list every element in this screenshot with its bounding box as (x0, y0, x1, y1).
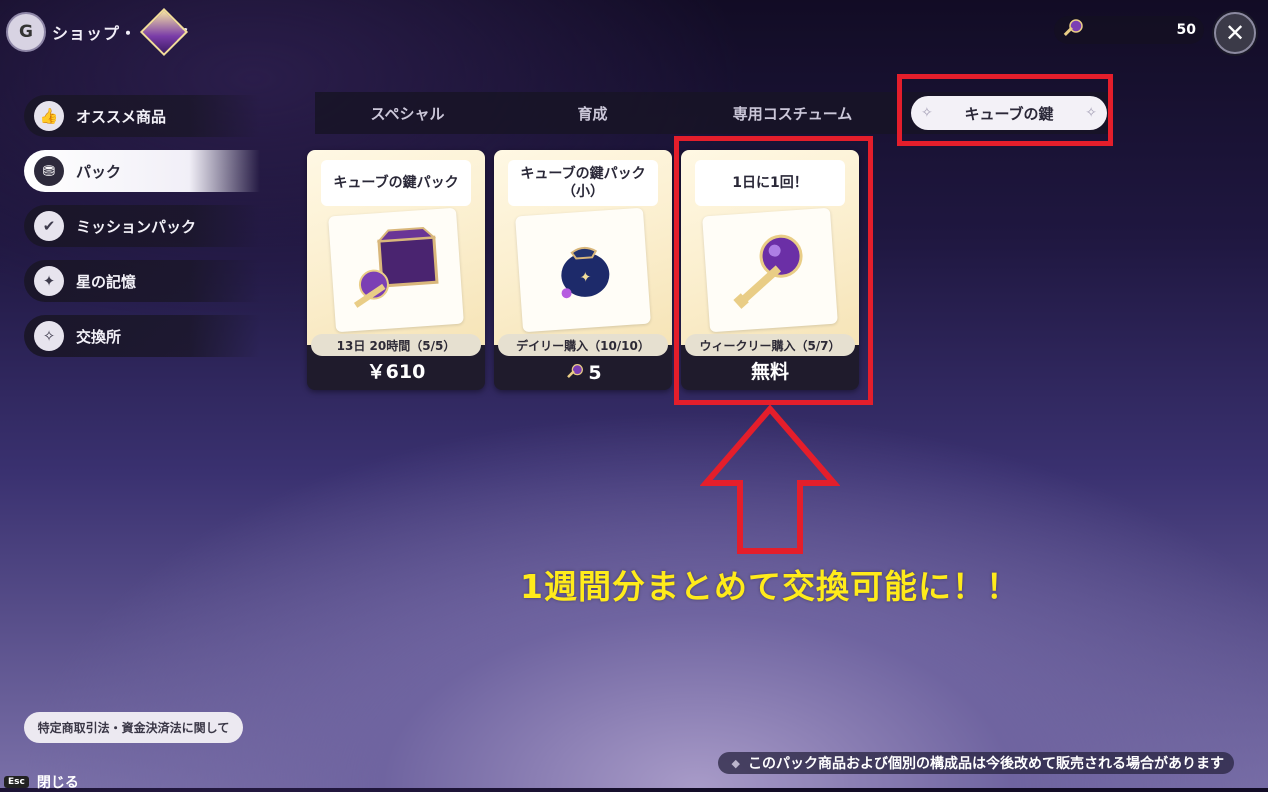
tab-costume[interactable]: 専用コスチューム (700, 103, 885, 124)
sidebar-item[interactable]: 👍 オススメ商品 (24, 95, 260, 137)
page-title: ショップ・ (52, 24, 138, 43)
thumbs-up-icon: 👍 (34, 101, 64, 131)
sidebar-item-label: 交換所 (76, 327, 122, 346)
sidebar-item-label: パック (76, 162, 122, 181)
price: 5 (494, 362, 672, 384)
sidebar-item-label: 星の記憶 (76, 272, 137, 291)
brand: G ショップ・ ク (6, 7, 190, 57)
up-arrow-icon (700, 405, 840, 554)
product-card[interactable]: キューブの鍵パック （小） ✦ デイリー購入（10/10） 5 (494, 150, 672, 390)
exchange-icon: ✧ (34, 321, 64, 351)
close-label: 閉じる (36, 775, 79, 791)
close-button[interactable]: ✕ (1214, 12, 1256, 54)
gem-icon (139, 7, 189, 57)
purchase-limit: デイリー購入（10/10） (498, 334, 668, 356)
cube-key-icon (567, 364, 584, 378)
sidebar-item-label: ミッションパック (76, 217, 197, 236)
treasure-chest-icon (328, 207, 464, 333)
purchase-limit: 13日 20時間（5/5） (311, 334, 481, 356)
close-hint[interactable]: Esc 閉じる (4, 772, 79, 792)
sidebar-item[interactable]: ✦ 星の記憶 (24, 260, 260, 302)
card-title: キューブの鍵パック （小） (508, 160, 658, 206)
esc-key-icon: Esc (4, 776, 29, 788)
notice-banner: ◆ このパック商品および個別の構成品は今後改めて販売される場合があります (717, 752, 1234, 774)
sidebar-item[interactable]: ⛃ パック (24, 150, 260, 192)
sidebar-item[interactable]: ✔ ミッションパック (24, 205, 260, 247)
star-memory-icon: ✦ (34, 266, 64, 296)
product-card[interactable]: キューブの鍵パック 13日 20時間（5/5） ￥610 (307, 150, 485, 390)
card-title: キューブの鍵パック (321, 160, 471, 206)
game-logo-icon: G (6, 12, 46, 52)
sidebar: 👍 オススメ商品 ⛃ パック ✔ ミッションパック ✦ 星の記憶 ✧ 交換所 (24, 95, 260, 370)
pouch-icon: ✦ (515, 207, 651, 333)
sidebar-item-label: オススメ商品 (76, 107, 167, 126)
cube-key-icon (1063, 19, 1083, 36)
diamond-bullet-icon: ◆ (731, 756, 740, 770)
sidebar-item[interactable]: ✧ 交換所 (24, 315, 260, 357)
highlight-box-tab (897, 74, 1113, 146)
currency-counter: 50 (1054, 16, 1204, 44)
currency-value: 50 (1176, 22, 1196, 38)
tab-training[interactable]: 育成 (500, 103, 685, 124)
close-icon: ✕ (1224, 19, 1246, 47)
price: ￥610 (366, 361, 426, 383)
tab-special[interactable]: スペシャル (315, 103, 500, 124)
legal-info-button[interactable]: 特定商取引法・資金決済法に関して (24, 712, 243, 743)
highlight-box-card (674, 136, 873, 405)
pack-icon: ⛃ (34, 156, 64, 186)
mission-check-icon: ✔ (34, 211, 64, 241)
notice-text: このパック商品および個別の構成品は今後改めて販売される場合があります (748, 756, 1224, 772)
svg-text:✦: ✦ (579, 269, 592, 286)
annotation-text: 1週間分まとめて交換可能に！！ (520, 567, 1020, 606)
